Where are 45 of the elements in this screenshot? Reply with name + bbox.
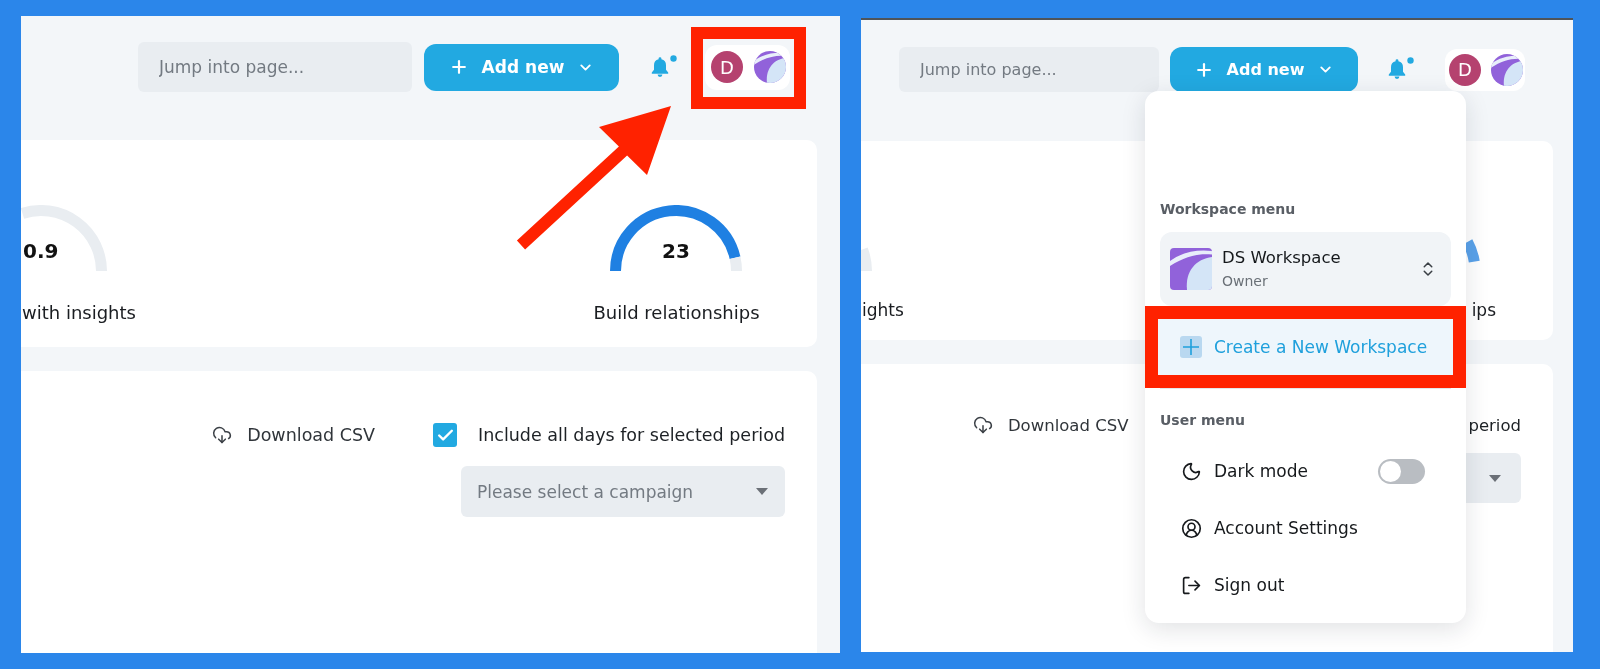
download-csv-button[interactable]: Download CSV — [972, 415, 1129, 435]
add-new-button[interactable]: Add new — [424, 43, 619, 91]
menu-item-label: Dark mode — [1214, 461, 1308, 481]
user-avatar: D — [1449, 53, 1481, 86]
sign-out-icon — [1181, 574, 1202, 596]
workspace-name: DS Workspace — [1222, 247, 1341, 269]
gauge-label: Build relationships — [592, 302, 760, 324]
gauge-label: ips — [1470, 299, 1496, 321]
cloud-download-icon — [212, 425, 233, 445]
download-csv-button[interactable]: Download CSV — [212, 425, 376, 445]
checkbox-label: Include all days for selected period — [478, 425, 785, 445]
gauge-arc-piece — [1466, 239, 1480, 263]
menu-item[interactable]: Account Settings — [1160, 503, 1451, 553]
caret-icon — [756, 488, 768, 495]
gauge-arc-piece — [861, 247, 872, 271]
search-field[interactable]: Jump into page... — [899, 47, 1159, 92]
account-menu-button[interactable]: D — [1445, 48, 1525, 91]
menu-item[interactable]: Sign out — [1160, 560, 1451, 610]
campaign-select[interactable]: Please select a campaign — [461, 466, 785, 517]
workspace-logo-icon — [754, 51, 786, 83]
workspace-switcher[interactable]: DS Workspace Owner — [1160, 232, 1451, 306]
section-title: Workspace menu — [1160, 201, 1296, 218]
bell-icon[interactable] — [1386, 57, 1414, 82]
workspace-logo-icon — [1170, 248, 1212, 290]
user-avatar: D — [711, 51, 743, 83]
user-circle-icon — [1181, 517, 1202, 539]
caret-icon — [1489, 474, 1501, 482]
gauge-label: ights — [861, 299, 904, 321]
section-title: User menu — [1160, 412, 1245, 429]
moon-icon — [1181, 460, 1202, 482]
account-menu-button[interactable]: D — [705, 44, 790, 90]
toggle-switch[interactable] — [1378, 458, 1425, 484]
checkbox[interactable] — [433, 423, 458, 447]
workspace-role: Owner — [1222, 272, 1268, 291]
bell-icon[interactable] — [649, 54, 677, 80]
plus-square-icon — [1180, 336, 1202, 358]
workspace-logo-icon — [1491, 53, 1523, 86]
add-new-button[interactable]: Add new — [1170, 47, 1358, 92]
cloud-download-icon — [972, 415, 993, 435]
gauge-value: 23 — [662, 238, 690, 264]
gauge-label: with insights — [21, 302, 136, 324]
create-workspace-button[interactable]: Create a New Workspace — [1158, 319, 1453, 375]
checkbox-label: period — [1468, 415, 1521, 435]
gauge-value: 0.9 — [23, 238, 59, 264]
gauge-track — [729, 256, 742, 271]
